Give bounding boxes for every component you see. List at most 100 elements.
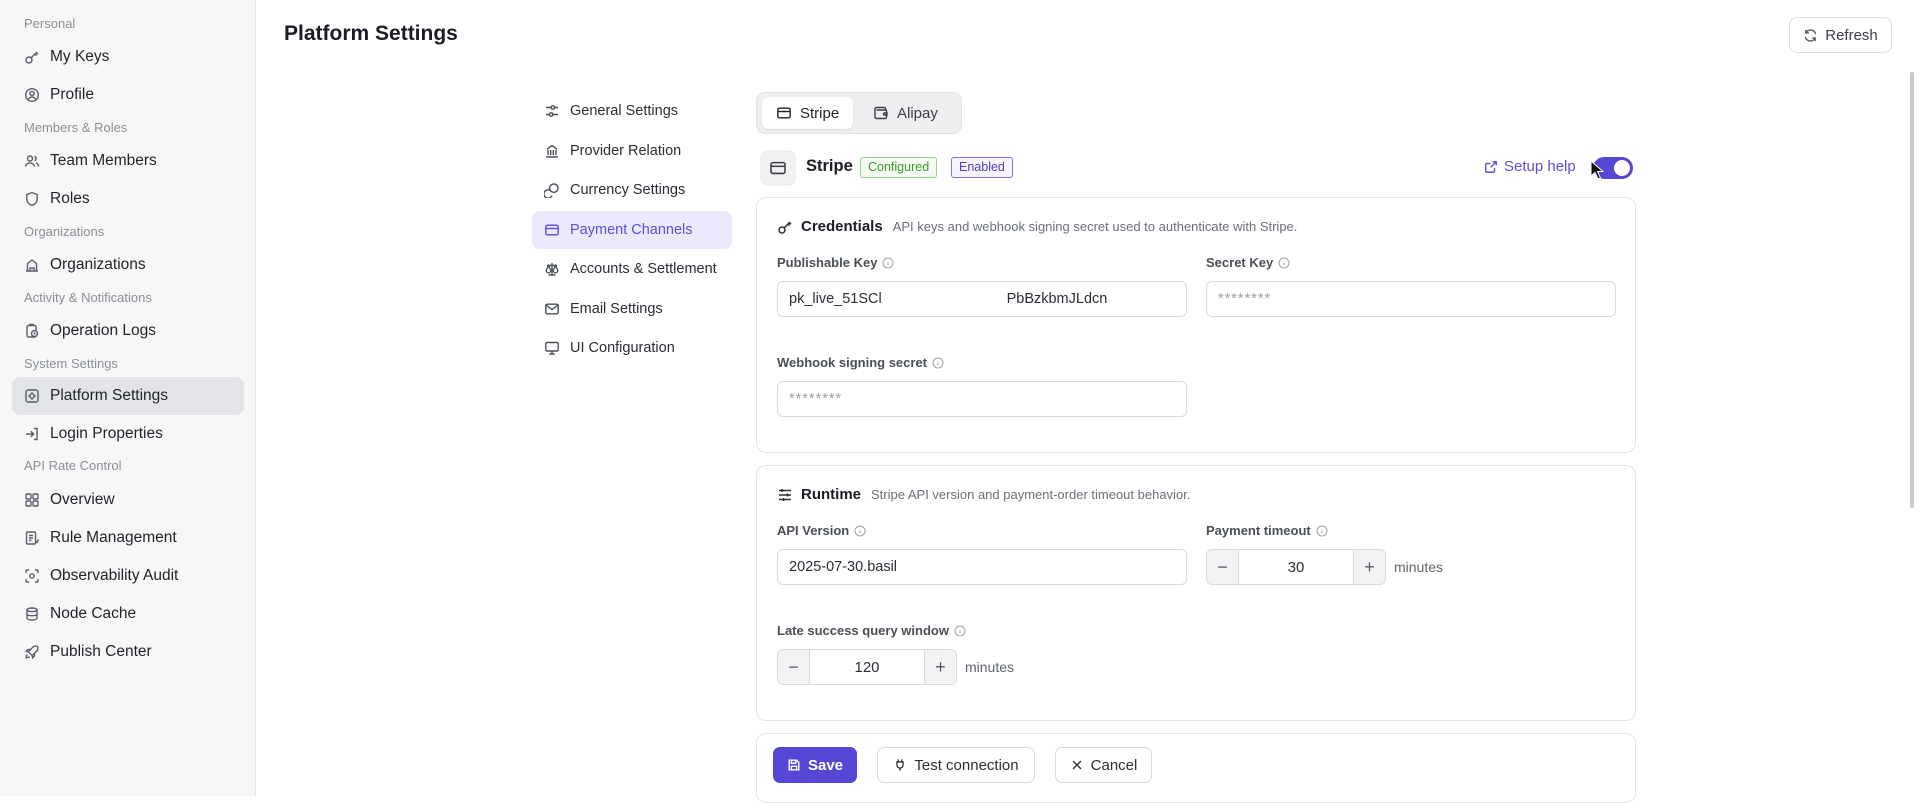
info-icon[interactable]	[1278, 257, 1290, 269]
settings-nav-label: Provider Relation	[570, 143, 682, 159]
refresh-button[interactable]: Refresh	[1789, 17, 1892, 53]
field-label-text: Webhook signing secret	[777, 355, 928, 370]
info-icon[interactable]	[882, 257, 894, 269]
sidebar-item-operation-logs[interactable]: Operation Logs	[12, 312, 244, 350]
credentials-title: Credentials	[801, 218, 883, 235]
sidebar-item-profile[interactable]: Profile	[12, 76, 244, 114]
runtime-description: Stripe API version and payment-order tim…	[871, 487, 1191, 502]
sidebar-item-my-keys[interactable]: My Keys	[12, 38, 244, 76]
decrement-button[interactable]: −	[1207, 550, 1239, 584]
info-icon[interactable]	[854, 525, 866, 537]
tab-label: Stripe	[800, 104, 840, 122]
settings-nav-ui-config[interactable]: UI Configuration	[532, 329, 732, 367]
sidebar-item-label: Operation Logs	[50, 322, 156, 339]
field-label-text: Publishable Key	[777, 255, 878, 270]
settings-nav-email[interactable]: Email Settings	[532, 290, 732, 328]
sidebar-item-platform-settings[interactable]: Platform Settings	[12, 377, 244, 415]
publishable-key-input[interactable]	[777, 281, 1187, 317]
sidebar-item-observability-audit[interactable]: Observability Audit	[12, 557, 244, 595]
sidebar-item-label: Observability Audit	[50, 567, 179, 584]
info-icon[interactable]	[932, 357, 944, 369]
shield-icon	[24, 191, 40, 207]
publishable-key-label: Publishable Key	[777, 255, 894, 270]
secret-key-input[interactable]	[1206, 281, 1616, 317]
provider-icon	[760, 150, 796, 186]
late-query-label: Late success query window	[777, 623, 966, 638]
sidebar-section-members-roles: Members & Roles	[24, 120, 128, 135]
rocket-icon	[24, 644, 40, 660]
key-icon	[777, 219, 793, 235]
payment-timeout-label: Payment timeout	[1206, 523, 1328, 538]
sidebar-item-label: Login Properties	[50, 425, 163, 442]
webhook-secret-input[interactable]	[777, 381, 1187, 417]
sidebar-item-login-properties[interactable]: Login Properties	[12, 415, 244, 453]
runtime-card: Runtime Stripe API version and payment-o…	[756, 465, 1636, 721]
stepper-value[interactable]: 30	[1239, 550, 1353, 584]
sidebar: Personal My Keys Profile Members & Roles…	[0, 0, 256, 796]
sidebar-item-label: Platform Settings	[50, 387, 169, 404]
api-version-input[interactable]	[777, 549, 1187, 585]
tab-alipay[interactable]: Alipay	[859, 97, 952, 129]
sidebar-item-publish-center[interactable]: Publish Center	[12, 633, 244, 671]
stepper-value[interactable]: 120	[810, 650, 924, 684]
settings-nav-provider-relation[interactable]: Provider Relation	[532, 132, 732, 170]
sidebar-item-label: Overview	[50, 491, 115, 508]
field-label-text: Payment timeout	[1206, 523, 1311, 538]
late-query-stepper: − 120 +	[777, 649, 957, 685]
sidebar-item-team-members[interactable]: Team Members	[12, 142, 244, 180]
increment-button[interactable]: +	[1353, 550, 1385, 584]
settings-nav-general[interactable]: General Settings	[532, 92, 732, 130]
sidebar-item-label: Team Members	[50, 152, 157, 169]
mouse-cursor-icon	[1590, 160, 1606, 180]
sidebar-item-overview[interactable]: Overview	[12, 481, 244, 519]
save-button[interactable]: Save	[773, 747, 857, 783]
bank-icon	[544, 143, 560, 159]
info-icon[interactable]	[1316, 525, 1328, 537]
field-label-text: Late success query window	[777, 623, 949, 638]
sidebar-item-label: Publish Center	[50, 643, 152, 660]
settings-nav-payment-channels[interactable]: Payment Channels	[532, 211, 732, 249]
setup-help-label: Setup help	[1504, 158, 1576, 175]
sidebar-item-rule-management[interactable]: Rule Management	[12, 519, 244, 557]
sidebar-item-organizations[interactable]: Organizations	[12, 246, 244, 284]
setup-help-link[interactable]: Setup help	[1484, 158, 1576, 175]
cancel-button[interactable]: Cancel	[1055, 747, 1152, 783]
field-label-text: Secret Key	[1206, 255, 1274, 270]
info-icon[interactable]	[954, 625, 966, 637]
settings-nav-accounts-settlement[interactable]: Accounts & Settlement	[532, 250, 732, 288]
credentials-description: API keys and webhook signing secret used…	[892, 219, 1298, 234]
webhook-secret-label: Webhook signing secret	[777, 355, 944, 370]
settings-nav-label: Accounts & Settlement	[570, 261, 717, 277]
save-icon	[787, 758, 801, 772]
api-version-label: API Version	[777, 523, 866, 538]
credit-card-icon	[776, 105, 792, 121]
decrement-button[interactable]: −	[778, 650, 810, 684]
increment-button[interactable]: +	[924, 650, 956, 684]
cancel-label: Cancel	[1090, 756, 1138, 774]
sidebar-item-roles[interactable]: Roles	[12, 180, 244, 218]
field-label-text: API Version	[777, 523, 850, 538]
test-connection-button[interactable]: Test connection	[877, 747, 1035, 783]
settings-nav-label: Email Settings	[570, 301, 663, 317]
sidebar-section-api-rate: API Rate Control	[24, 458, 122, 473]
credit-card-icon	[544, 222, 560, 238]
sidebar-item-label: My Keys	[50, 48, 110, 65]
secret-key-label: Secret Key	[1206, 255, 1290, 270]
sidebar-item-node-cache[interactable]: Node Cache	[12, 595, 244, 633]
sidebar-section-organizations: Organizations	[24, 224, 105, 239]
scan-eye-icon	[24, 568, 40, 584]
sidebar-item-label: Profile	[50, 86, 94, 103]
save-label: Save	[807, 756, 844, 774]
status-badge-enabled: Enabled	[951, 157, 1013, 178]
settings-nav-label: Currency Settings	[570, 182, 686, 198]
wallet-icon	[873, 105, 889, 121]
user-circle-icon	[24, 87, 40, 103]
sidebar-section-activity: Activity & Notifications	[24, 290, 152, 305]
page-scrollbar[interactable]	[1910, 72, 1914, 508]
page-title: Platform Settings	[284, 22, 458, 45]
credit-card-icon	[769, 159, 787, 177]
settings-nav-currency[interactable]: Currency Settings	[532, 171, 732, 209]
sliders-horizontal-icon	[777, 487, 793, 503]
tab-stripe[interactable]: Stripe	[762, 97, 854, 129]
rules-icon	[24, 530, 40, 546]
